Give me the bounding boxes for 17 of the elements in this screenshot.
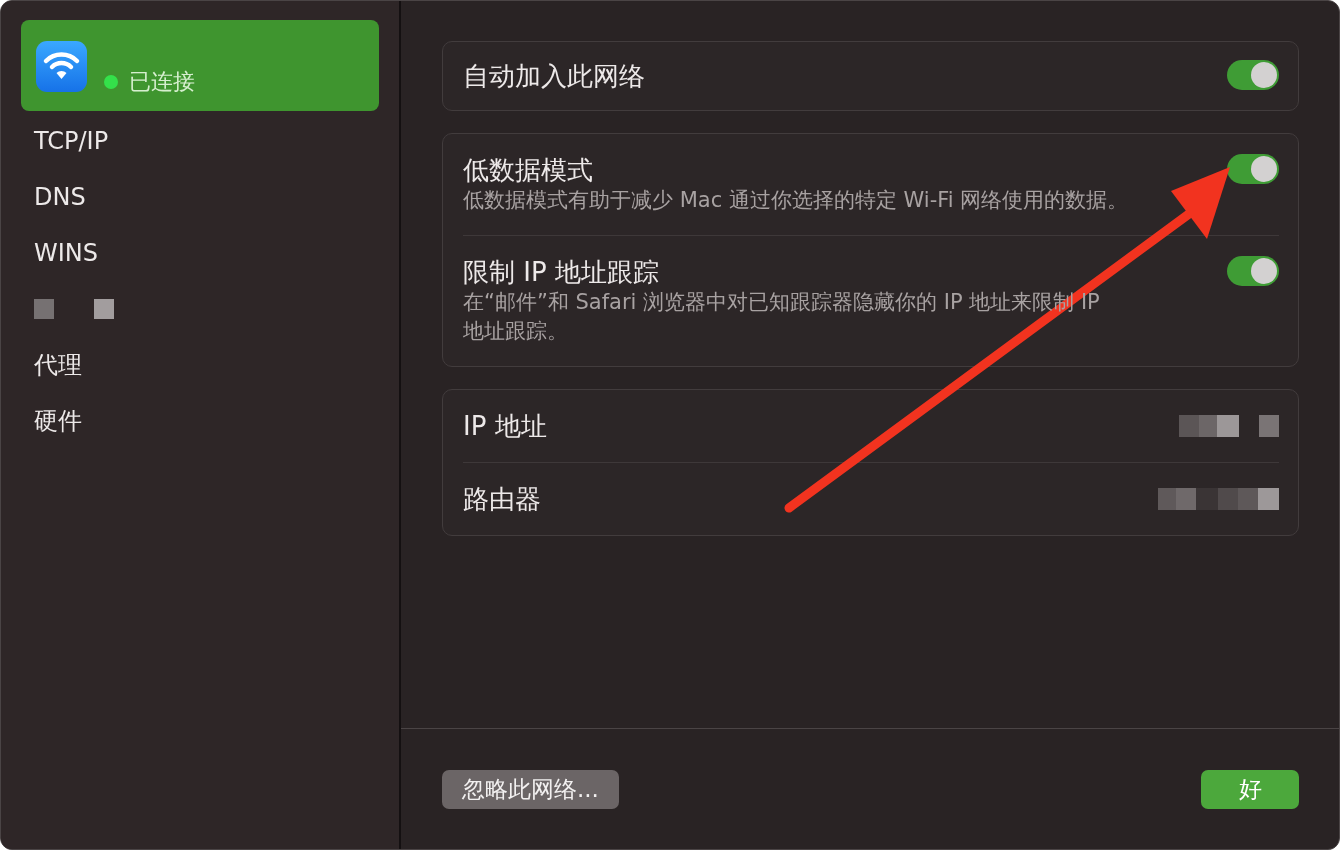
info-label: 路由器 xyxy=(463,483,541,515)
sidebar-item[interactable]: TCP/IP xyxy=(21,113,379,169)
toggle-switch[interactable] xyxy=(1227,256,1279,286)
wifi-icon xyxy=(36,41,87,92)
setting-description: 低数据模式有助于减少 Mac 通过你选择的特定 Wi-Fi 网络使用的数据。 xyxy=(463,187,1129,214)
toggle-switch[interactable] xyxy=(1227,154,1279,184)
connection-status: 已连接 xyxy=(129,69,195,95)
setting-title: 低数据模式 xyxy=(463,154,594,186)
setting-title: 限制 IP 地址跟踪 xyxy=(463,256,660,288)
sidebar-item[interactable]: 代理 xyxy=(21,337,379,393)
sidebar-item[interactable]: DNS xyxy=(21,169,379,225)
info-label: IP 地址 xyxy=(463,410,547,442)
forget-network-button[interactable]: 忽略此网络... xyxy=(442,770,619,809)
sidebar-item[interactable]: 硬件 xyxy=(21,393,379,449)
setting-title: 自动加入此网络 xyxy=(463,60,645,92)
sidebar-item[interactable]: WINS xyxy=(21,225,379,281)
toggle-switch[interactable] xyxy=(1227,60,1279,90)
